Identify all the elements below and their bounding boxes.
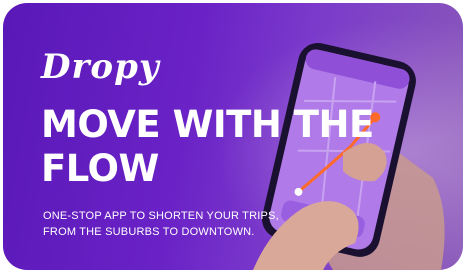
tagline-line-1: ONE-STOP APP TO SHORTEN YOUR TRIPS, xyxy=(43,210,279,222)
headline-line-2: FLOW xyxy=(41,147,159,190)
promo-card[interactable]: Dropy MOVE WITH THE FLOW ONE-STOP APP TO… xyxy=(3,3,463,270)
brand-logo: Dropy xyxy=(41,47,160,87)
tagline: ONE-STOP APP TO SHORTEN YOUR TRIPS, FROM… xyxy=(43,208,279,240)
headline-line-1: MOVE WITH THE xyxy=(41,103,374,146)
tagline-line-2: FROM THE SUBURBS TO DOWNTOWN. xyxy=(43,226,255,238)
headline: MOVE WITH THE FLOW xyxy=(41,103,374,191)
